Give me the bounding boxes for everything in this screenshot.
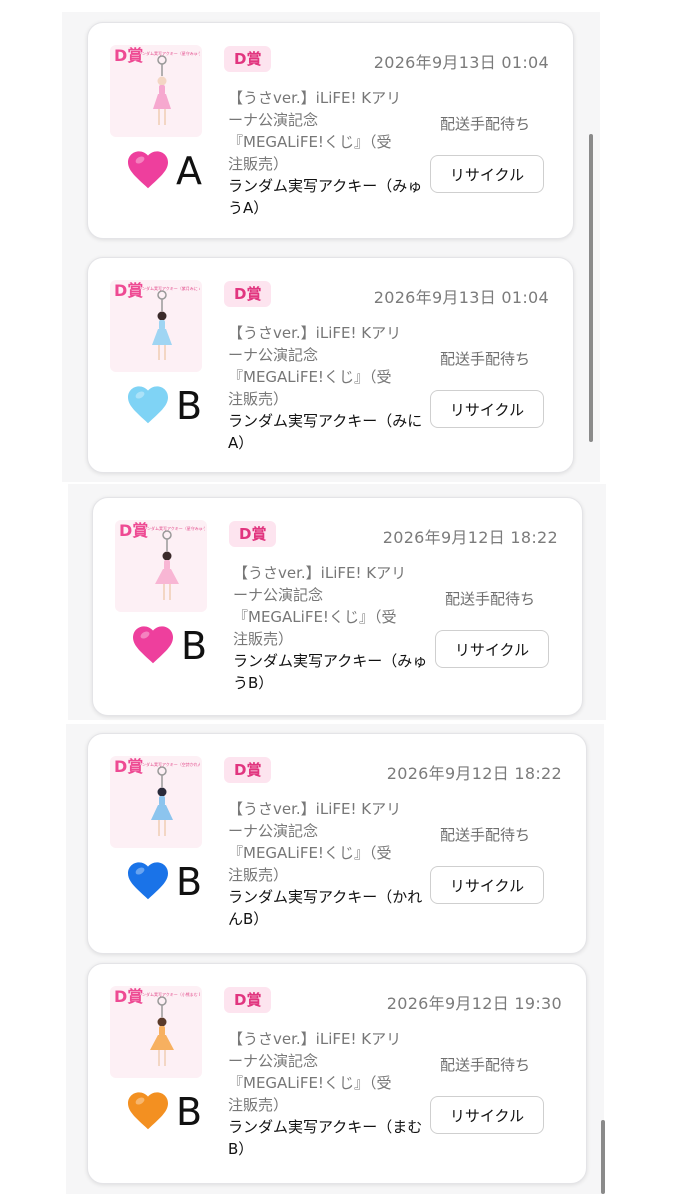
prize-badge: D賞	[224, 757, 272, 783]
prize-card: D賞 ランダム実写アクキー（空詩かれん B） B D賞 2026年9月12日 1…	[87, 733, 587, 954]
prize-card: D賞 ランダム実写アクキー（紫月みに A） B D賞 2026年9月13日 01…	[87, 257, 574, 473]
prize-thumbnail: D賞 ランダム実写アクキー（空詩かれん B）	[110, 756, 202, 848]
item-name: ランダム実写アクキー（みゅうA）	[228, 177, 423, 217]
recycle-button[interactable]: リサイクル	[430, 866, 544, 904]
recycle-button[interactable]: リサイクル	[430, 390, 544, 428]
shipping-status: 配送手配待ち	[445, 590, 536, 608]
item-name: ランダム実写アクキー（みにA）	[228, 412, 423, 452]
prize-thumbnail: D賞 ランダム実写アクキー（小熊まむ B）	[110, 986, 202, 1078]
prize-badge: D賞	[229, 521, 277, 547]
prize-card: D賞 ランダム実写アクキー（小熊まむ B） B D賞 2026年9月12日 19…	[87, 963, 587, 1184]
lottery-title: 【うさver.】iLiFE! Kアリーナ公演記念『MEGALiFE!くじ』（受注…	[228, 800, 402, 884]
prize-badge: D賞	[224, 281, 272, 307]
variant-letter: B	[176, 1090, 203, 1134]
recycle-button[interactable]: リサイクル	[435, 630, 549, 668]
pink-heart-icon	[128, 151, 168, 189]
variant-letter: B	[181, 624, 208, 668]
thumbnail-caption: ランダム実写アクキー（紫月みに A）	[138, 286, 200, 291]
shipping-status: 配送手配待ち	[440, 115, 531, 133]
scrollbar-thumb[interactable]	[601, 1120, 605, 1194]
lottery-title: 【うさver.】iLiFE! Kアリーナ公演記念『MEGALiFE!くじ』（受注…	[228, 89, 402, 173]
scrollbar-thumb[interactable]	[589, 134, 593, 442]
recycle-button[interactable]: リサイクル	[430, 1096, 544, 1134]
prize-thumbnail: D賞 ランダム実写アクキー（星守みゅう B）	[115, 520, 207, 612]
variant-letter: B	[176, 860, 203, 904]
prize-badge: D賞	[224, 987, 272, 1013]
thumbnail-caption: ランダム実写アクキー（小熊まむ B）	[138, 992, 200, 997]
prize-card: D賞 ランダム実写アクキー（星守みゅう A） A D賞 2026年9月13日 0…	[87, 22, 574, 239]
order-datetime: 2026年9月12日 18:22	[386, 764, 562, 783]
recycle-button[interactable]: リサイクル	[430, 155, 544, 193]
thumbnail-caption: ランダム実写アクキー（星守みゅう B）	[143, 526, 205, 531]
thumbnail-caption: ランダム実写アクキー（星守みゅう A）	[138, 51, 200, 56]
lottery-title: 【うさver.】iLiFE! Kアリーナ公演記念『MEGALiFE!くじ』（受注…	[228, 1030, 402, 1114]
orange-heart-icon	[128, 1092, 168, 1130]
thumbnail-caption: ランダム実写アクキー（空詩かれん B）	[138, 762, 200, 767]
shipping-status: 配送手配待ち	[440, 1056, 531, 1074]
item-name: ランダム実写アクキー（まむB）	[228, 1118, 423, 1158]
order-datetime: 2026年9月12日 19:30	[386, 994, 562, 1013]
prize-card: D賞 ランダム実写アクキー（星守みゅう B） B D賞 2026年9月12日 1…	[92, 497, 583, 716]
shipping-status: 配送手配待ち	[440, 826, 531, 844]
lottery-title: 【うさver.】iLiFE! Kアリーナ公演記念『MEGALiFE!くじ』（受注…	[233, 564, 407, 648]
item-name: ランダム実写アクキー（みゅうB）	[233, 652, 428, 692]
order-datetime: 2026年9月12日 18:22	[382, 528, 558, 547]
variant-letter: A	[176, 149, 202, 193]
light-blue-heart-icon	[128, 386, 168, 424]
prize-thumbnail: D賞 ランダム実写アクキー（紫月みに A）	[110, 280, 202, 372]
pink-heart-icon	[133, 626, 173, 664]
item-name: ランダム実写アクキー（かれんB）	[228, 888, 423, 928]
lottery-title: 【うさver.】iLiFE! Kアリーナ公演記念『MEGALiFE!くじ』（受注…	[228, 324, 402, 408]
order-datetime: 2026年9月13日 01:04	[373, 288, 549, 307]
order-datetime: 2026年9月13日 01:04	[373, 53, 549, 72]
prize-thumbnail: D賞 ランダム実写アクキー（星守みゅう A）	[110, 45, 202, 137]
prize-badge: D賞	[224, 46, 272, 72]
variant-letter: B	[176, 384, 203, 428]
blue-heart-icon	[128, 862, 168, 900]
shipping-status: 配送手配待ち	[440, 350, 531, 368]
